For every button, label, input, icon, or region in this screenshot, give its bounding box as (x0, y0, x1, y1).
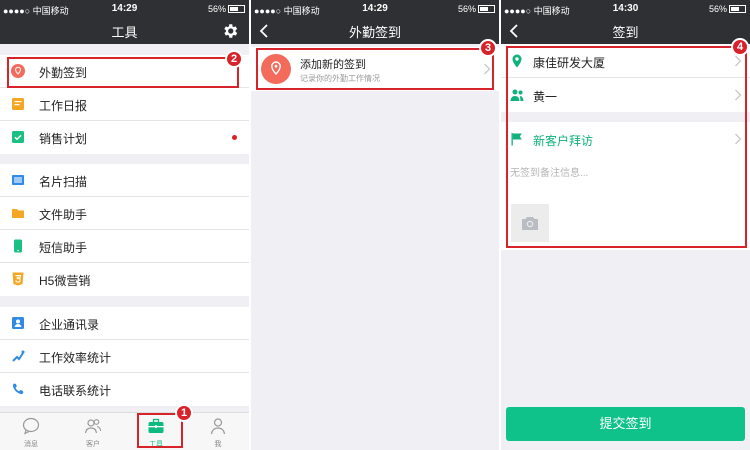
html5-icon (12, 272, 24, 286)
step-badge-3: 3 (479, 39, 497, 57)
tab-messages[interactable]: 消息 (0, 413, 62, 450)
battery-percent: 56% (708, 4, 727, 14)
tool-group-2: 名片扫描 文件助手 短信助手 H5微营销 (0, 164, 249, 296)
tool-item-label: 电话联系统计 (39, 384, 112, 398)
tab-label: 消息 (24, 441, 38, 448)
chat-bubble-icon (22, 417, 40, 435)
person-icon (210, 418, 226, 435)
submit-checkin-button[interactable]: 提交签到 (506, 407, 745, 441)
folder-icon (12, 209, 24, 218)
status-bar: ●●●●○ 中国移动 14:29 56% (251, 0, 499, 18)
tool-item-contacts[interactable]: 企业通讯录 (0, 307, 249, 340)
tool-item-sms-helper[interactable]: 短信助手 (0, 230, 249, 263)
contacts-icon (12, 317, 24, 329)
tab-label: 客户 (86, 441, 100, 448)
nav-bar: 签到 (501, 18, 750, 44)
efficiency-icon (12, 350, 25, 362)
nav-bar: 外勤签到 (251, 18, 499, 44)
highlight-box-field-checkin (7, 57, 239, 88)
battery-percent: 56% (207, 4, 226, 14)
report-icon (12, 98, 24, 110)
step-badge-4: 4 (731, 38, 749, 56)
battery-icon (729, 5, 746, 13)
tool-item-label: 工作日报 (39, 99, 88, 113)
battery-indicator: 56% (709, 4, 746, 14)
call-stats-icon (12, 383, 24, 395)
tab-me[interactable]: 我 (187, 413, 249, 450)
highlight-box-checkin-form (506, 46, 747, 248)
page-title: 工具 (111, 25, 138, 40)
people-icon (84, 419, 102, 434)
nav-bar: 工具 (0, 18, 249, 44)
battery-indicator: 56% (458, 4, 495, 14)
tool-item-efficiency-stats[interactable]: 工作效率统计 (0, 340, 249, 373)
battery-icon (478, 5, 495, 13)
tool-item-label: 名片扫描 (39, 175, 88, 189)
status-bar: ●●●●○ 中国移动 14:29 56% (0, 0, 249, 18)
tool-item-h5-marketing[interactable]: H5微营销 (0, 263, 249, 296)
highlight-box-add-checkin (256, 48, 494, 90)
tool-group-3: 企业通讯录 工作效率统计 电话联系统计 (0, 307, 249, 406)
tool-item-label: 工作效率统计 (39, 351, 112, 365)
tab-bar: 消息 客户 工具 我 (0, 412, 249, 450)
gear-icon[interactable] (221, 22, 239, 40)
page-title: 外勤签到 (348, 25, 401, 40)
tool-item-label: 短信助手 (39, 241, 88, 255)
tool-item-card-scan[interactable]: 名片扫描 (0, 164, 249, 197)
scan-icon (12, 175, 24, 185)
battery-indicator: 56% (208, 4, 245, 14)
new-dot-badge (232, 135, 237, 140)
tool-item-sales-plan[interactable]: 销售计划 (0, 121, 249, 154)
tool-item-daily-report[interactable]: 工作日报 (0, 88, 249, 121)
tool-item-file-helper[interactable]: 文件助手 (0, 197, 249, 230)
status-bar: ●●●●○ 中国移动 14:30 56% (501, 0, 750, 18)
tool-item-call-stats[interactable]: 电话联系统计 (0, 373, 249, 406)
tool-item-label: 销售计划 (39, 132, 88, 146)
tool-item-label: H5微营销 (39, 274, 91, 288)
page-title: 签到 (612, 25, 639, 40)
sales-plan-icon (12, 131, 24, 143)
tab-label: 我 (214, 441, 222, 448)
tool-item-label: 企业通讯录 (39, 318, 100, 332)
tool-item-label: 文件助手 (39, 208, 88, 222)
step-badge-1: 1 (175, 404, 193, 422)
tab-customers[interactable]: 客户 (62, 413, 124, 450)
phone-icon (14, 239, 22, 253)
battery-percent: 56% (457, 4, 476, 14)
battery-icon (228, 5, 245, 13)
step-badge-2: 2 (225, 50, 243, 68)
